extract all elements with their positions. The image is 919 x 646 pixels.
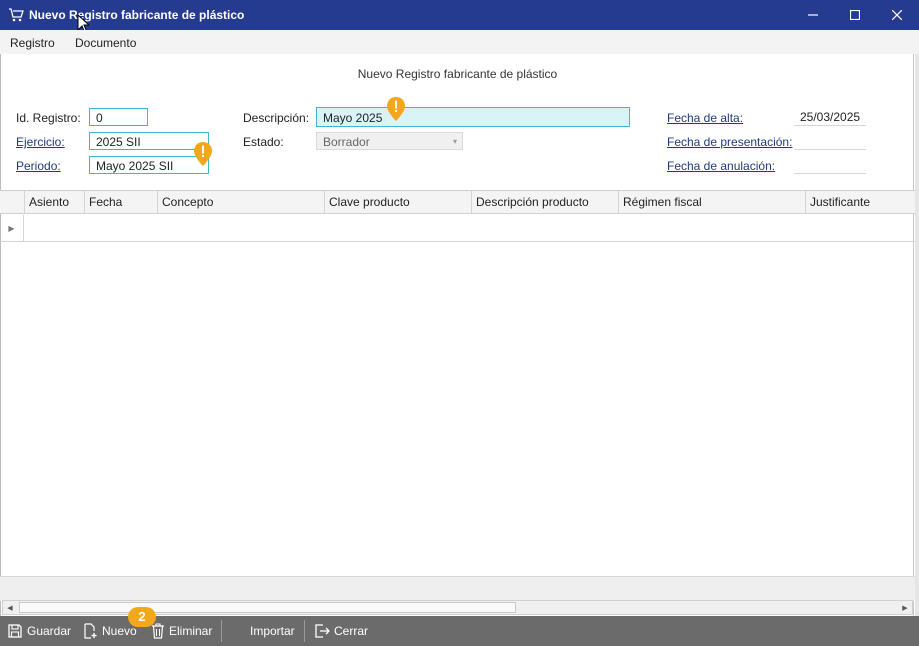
fecha-alta-field[interactable]: 25/03/2025 bbox=[794, 108, 866, 126]
importar-button[interactable]: Importar bbox=[250, 616, 295, 646]
fecha-presentacion-label[interactable]: Fecha de presentación: bbox=[667, 135, 792, 149]
guardar-label: Guardar bbox=[27, 624, 72, 638]
window-title: Nuevo Registro fabricante de plástico bbox=[29, 8, 245, 22]
minimize-button[interactable] bbox=[792, 0, 834, 30]
fecha-alta-label[interactable]: Fecha de alta: bbox=[667, 111, 743, 125]
exit-icon bbox=[315, 624, 330, 638]
title-bar: Nuevo Registro fabricante de plástico bbox=[0, 0, 919, 34]
cerrar-label: Cerrar bbox=[334, 624, 369, 638]
cart-icon bbox=[9, 8, 24, 22]
eliminar-label: Eliminar bbox=[169, 624, 213, 638]
scrollbar-thumb[interactable] bbox=[19, 602, 516, 613]
notification-badge: 2 bbox=[128, 607, 156, 627]
id-registro-field[interactable]: 0 bbox=[89, 108, 148, 126]
periodo-label[interactable]: Periodo: bbox=[16, 159, 61, 173]
window-border-left bbox=[0, 54, 1, 646]
eliminar-button[interactable]: Eliminar bbox=[151, 616, 212, 646]
row-indicator-icon: ▶ bbox=[0, 215, 24, 242]
column-header-fecha[interactable]: Fecha bbox=[84, 191, 157, 213]
guardar-button[interactable]: Guardar bbox=[7, 616, 71, 646]
window-border-right bbox=[915, 54, 919, 646]
window-border-right-line bbox=[913, 54, 914, 646]
row-selector-header bbox=[0, 191, 24, 213]
scroll-left-icon[interactable]: ◀ bbox=[3, 601, 17, 614]
ejercicio-label[interactable]: Ejercicio: bbox=[16, 135, 65, 149]
chevron-down-icon: ▾ bbox=[452, 137, 457, 146]
column-header-justificante[interactable]: Justificante bbox=[805, 191, 915, 213]
close-icon bbox=[892, 10, 902, 20]
close-button[interactable] bbox=[876, 0, 918, 30]
ejercicio-field[interactable]: 2025 SII bbox=[89, 132, 209, 150]
estado-value: Borrador bbox=[323, 135, 370, 149]
estado-select[interactable]: Borrador ▾ bbox=[316, 132, 463, 150]
descripcion-field[interactable]: Mayo 2025 bbox=[316, 107, 630, 127]
descripcion-label: Descripción: bbox=[243, 111, 310, 125]
column-header-descripcion-producto[interactable]: Descripción producto bbox=[471, 191, 618, 213]
nuevo-label: Nuevo bbox=[102, 624, 137, 638]
column-header-clave-producto[interactable]: Clave producto bbox=[324, 191, 471, 213]
save-icon bbox=[8, 624, 22, 638]
fecha-presentacion-field[interactable] bbox=[794, 132, 866, 150]
maximize-icon bbox=[850, 10, 860, 20]
column-header-regimen-fiscal[interactable]: Régimen fiscal bbox=[618, 191, 805, 213]
importar-label: Importar bbox=[250, 624, 295, 638]
grid-footer bbox=[0, 576, 915, 601]
toolbar-separator bbox=[304, 620, 305, 642]
form-title: Nuevo Registro fabricante de plástico bbox=[357, 67, 558, 81]
maximize-button[interactable] bbox=[834, 0, 876, 30]
table-row[interactable] bbox=[0, 215, 915, 242]
grid-header: Asiento Fecha Concepto Clave producto De… bbox=[0, 190, 915, 214]
periodo-field[interactable]: Mayo 2025 SII bbox=[89, 156, 209, 174]
warning-icon bbox=[194, 142, 212, 166]
toolbar-separator bbox=[221, 620, 222, 642]
warning-icon bbox=[387, 97, 405, 121]
estado-label: Estado: bbox=[243, 135, 284, 149]
id-registro-label: Id. Registro: bbox=[16, 111, 81, 125]
menu-documento[interactable]: Documento bbox=[75, 36, 136, 50]
trash-icon bbox=[152, 623, 164, 639]
menu-registro[interactable]: Registro bbox=[10, 36, 55, 50]
new-document-icon bbox=[84, 623, 97, 639]
scroll-right-icon[interactable]: ▶ bbox=[898, 601, 912, 614]
fecha-anulacion-label[interactable]: Fecha de anulación: bbox=[667, 159, 775, 173]
menu-bar: Registro Documento bbox=[0, 30, 919, 54]
column-header-asiento[interactable]: Asiento bbox=[24, 191, 84, 213]
fecha-anulacion-field[interactable] bbox=[794, 156, 866, 174]
cerrar-button[interactable]: Cerrar bbox=[314, 616, 368, 646]
column-header-concepto[interactable]: Concepto bbox=[157, 191, 324, 213]
minimize-icon bbox=[808, 14, 818, 16]
